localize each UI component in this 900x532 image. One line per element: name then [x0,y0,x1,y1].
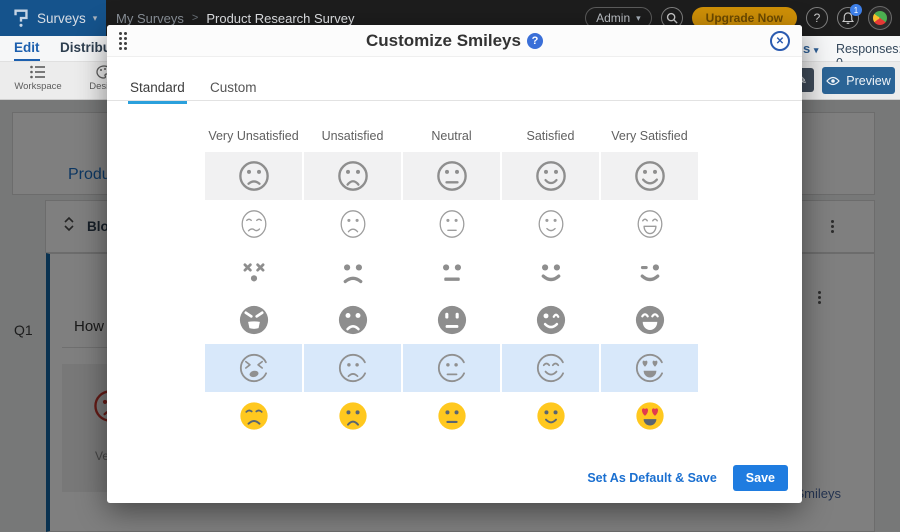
k-frown-icon[interactable] [304,344,401,392]
modal-footer: Set As Default & Save Save [587,465,788,491]
t-sad-icon[interactable] [205,200,302,248]
column-header: Satisfied [502,129,599,150]
smiley-style-row-minimal [205,248,698,296]
modal-title: Customize Smileys [366,31,521,50]
e-smile-icon[interactable] [502,392,599,440]
b-frown-slight-icon[interactable] [205,152,302,200]
n-smile-icon[interactable] [502,248,599,296]
s-laugh-icon[interactable] [601,296,698,344]
k-heart-icon[interactable] [601,344,698,392]
caret-down-icon: ▾ [636,13,641,24]
avatar-image [873,11,887,25]
product-name: Surveys [37,11,86,26]
breadcrumb-current: Product Research Survey [206,11,354,26]
tab-standard[interactable]: Standard [128,80,187,104]
caret-down-icon: ▾ [814,45,819,55]
help-label: ? [814,11,821,25]
n-frown-icon[interactable] [304,248,401,296]
help-icon[interactable]: ? [527,33,543,49]
set-as-default-save-link[interactable]: Set As Default & Save [587,471,716,485]
n-dead-icon[interactable] [205,248,302,296]
smiley-style-row-solid [205,296,698,344]
smiley-style-row-thin-outline [205,200,698,248]
t-grin-icon[interactable] [601,200,698,248]
smiley-style-row-bold-outline [205,152,698,200]
toolbar-item-label: Workspace [14,81,61,92]
right-dropdown-fragment[interactable]: s ▾ [803,41,818,56]
help-button[interactable]: ? [806,7,828,29]
notification-badge: 1 [850,4,862,16]
t-smile-icon[interactable] [502,200,599,248]
app-logo-menu[interactable]: Surveys ▾ [0,0,106,36]
admin-label: Admin [596,11,630,25]
column-header: Very Satisfied [601,129,698,150]
modal-tabs: Standard Custom [107,80,802,101]
smiley-style-row-emoji [205,392,698,440]
k-dead-icon[interactable] [205,344,302,392]
s-smile-icon[interactable] [502,296,599,344]
t-neutral-icon[interactable] [403,200,500,248]
k-smile-icon[interactable] [502,344,599,392]
b-frown-icon[interactable] [304,152,401,200]
caret-down-icon: ▾ [93,13,98,24]
breadcrumb-parent[interactable]: My Surveys [116,11,184,26]
survey-app-icon [12,8,30,28]
column-header: Unsatisfied [304,129,401,150]
save-button[interactable]: Save [733,465,788,491]
smiley-style-row-sketch [205,344,698,392]
tab-custom[interactable]: Custom [208,80,259,101]
search-icon [666,12,678,24]
e-heart-icon[interactable] [601,392,698,440]
e-frown-icon[interactable] [304,392,401,440]
avatar[interactable] [868,6,892,30]
s-frown-icon[interactable] [304,296,401,344]
tab-edit[interactable]: Edit [14,40,40,61]
k-neutral-icon[interactable] [403,344,500,392]
close-icon[interactable]: ✕ [770,31,790,51]
customize-smileys-modal: Customize Smileys? ✕ Standard Custom Ver… [107,25,802,503]
s-angry-icon[interactable] [205,296,302,344]
b-smile-wide-icon[interactable] [601,152,698,200]
n-neutral-icon[interactable] [403,248,500,296]
b-neutral-icon[interactable] [403,152,500,200]
column-header: Neutral [403,129,500,150]
eye-icon [826,76,840,86]
column-header: Very Unsatisfied [205,129,302,150]
e-neutral-icon[interactable] [403,392,500,440]
t-frown-icon[interactable] [304,200,401,248]
toolbar-item-workspace[interactable]: Workspace [6,65,70,92]
s-neutral-icon[interactable] [403,296,500,344]
workspace-list-icon [29,65,47,79]
notifications-button[interactable]: 1 [837,7,859,29]
n-wink-icon[interactable] [601,248,698,296]
b-smile-icon[interactable] [502,152,599,200]
smiley-grid: Very UnsatisfiedUnsatisfiedNeutralSatisf… [205,129,698,440]
preview-button[interactable]: Preview [822,67,895,94]
modal-header: Customize Smileys? ✕ [107,25,802,57]
breadcrumb-separator-icon: > [192,12,198,24]
e-sad-icon[interactable] [205,392,302,440]
preview-label: Preview [846,74,890,88]
